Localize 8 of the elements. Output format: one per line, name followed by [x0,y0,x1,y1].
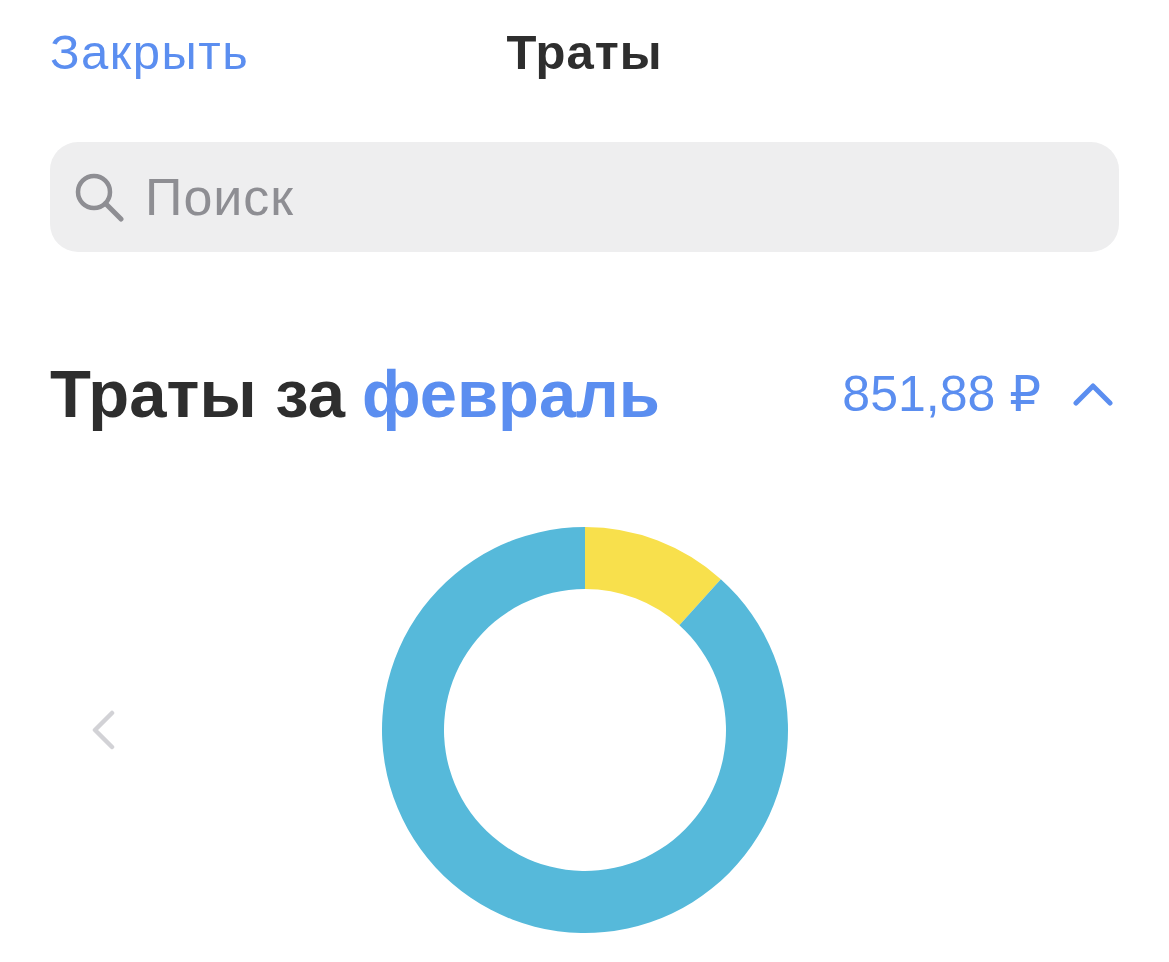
screen-title: Траты [506,26,663,80]
total-amount: 851,88 ₽ [842,366,1041,422]
search-icon [74,172,124,222]
section-heading: Траты за [50,357,345,431]
close-link[interactable]: Закрыть [50,26,250,80]
search-field[interactable]: Поиск [50,142,1119,252]
chevron-up-icon[interactable] [1073,382,1113,406]
month-link[interactable]: февраль [361,357,661,431]
